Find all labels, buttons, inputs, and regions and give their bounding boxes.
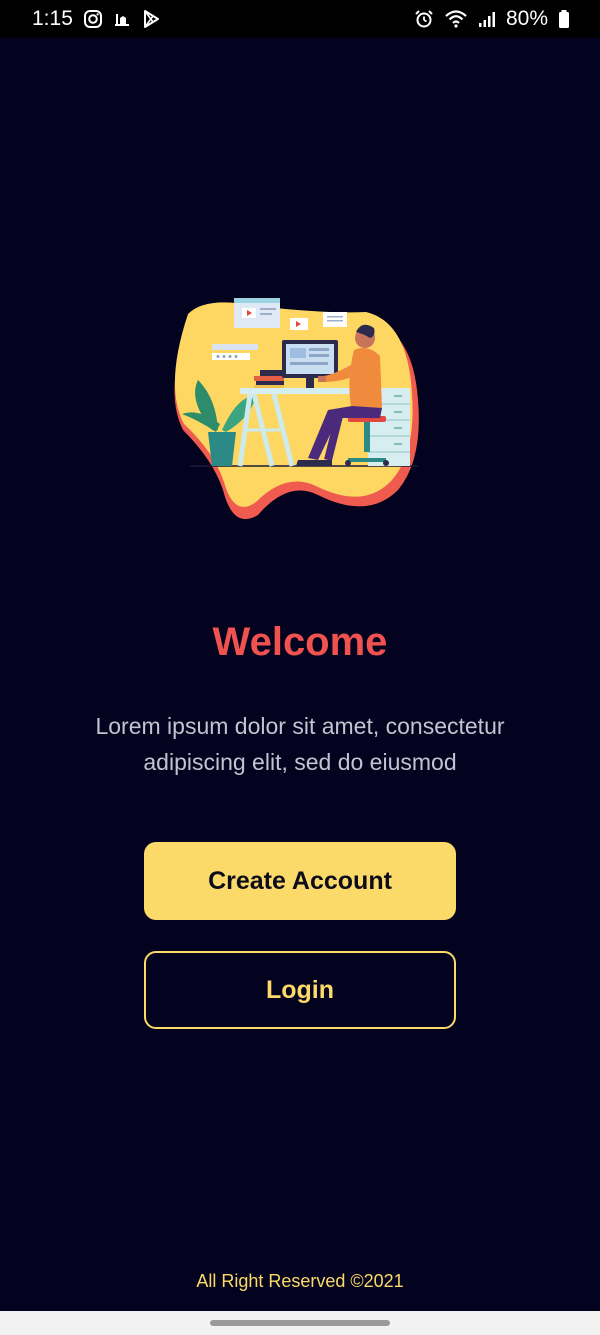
status-bar-left: 1:15 — [32, 7, 161, 31]
wifi-icon — [444, 9, 468, 29]
status-bar: 1:15 80% — [0, 0, 600, 38]
signal-icon — [478, 10, 496, 28]
footer-copyright: All Right Reserved ©2021 — [196, 1271, 404, 1291]
welcome-subtitle: Lorem ipsum dolor sit amet, consectetur … — [95, 713, 505, 775]
welcome-title: Welcome — [212, 620, 388, 664]
login-button[interactable]: Login — [144, 951, 456, 1029]
welcome-screen: 1:15 80% Welcome Lorem ipsum dolor sit a… — [0, 0, 600, 1335]
battery-percent: 80% — [505, 7, 548, 30]
navigation-bar — [0, 1311, 600, 1335]
create-account-button[interactable]: Create Account — [144, 842, 456, 920]
status-time: 1:15 — [32, 7, 73, 30]
person-working-at-desk-illustration — [168, 290, 428, 530]
notification-icon — [113, 10, 131, 28]
status-bar-right: 80% — [414, 7, 570, 31]
alarm-icon — [414, 9, 434, 29]
instagram-icon — [83, 9, 103, 29]
battery-icon — [558, 9, 570, 29]
home-gesture-handle[interactable] — [210, 1320, 390, 1326]
play-store-icon — [141, 9, 161, 29]
